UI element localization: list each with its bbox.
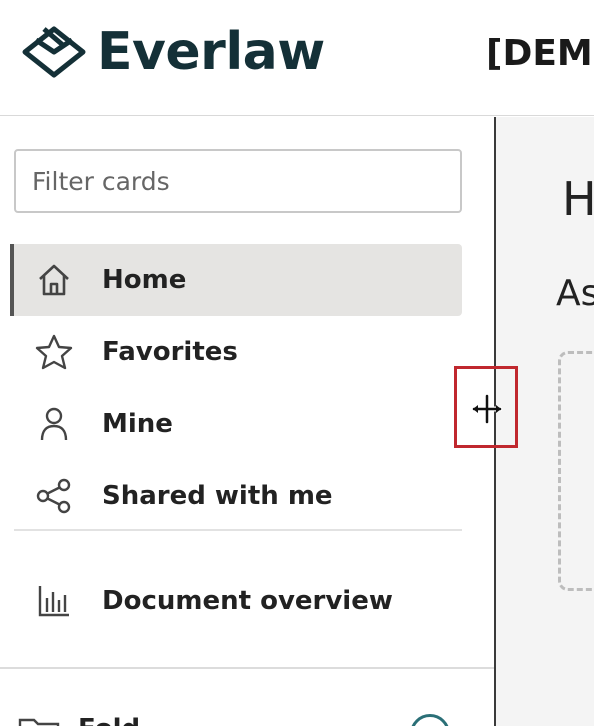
filter-cards-input[interactable] xyxy=(14,149,462,213)
share-icon xyxy=(34,477,74,515)
project-title: [DEMO xyxy=(486,33,594,74)
folders-section-header[interactable]: Fold xyxy=(0,700,494,726)
folder-icon xyxy=(18,718,60,726)
sidebar-item-favorites[interactable]: Favorites xyxy=(10,316,462,388)
sidebar-item-shared-with-me[interactable]: Shared with me xyxy=(10,460,462,532)
folders-label: Fold xyxy=(78,714,140,726)
star-icon xyxy=(34,333,74,371)
sidebar-section-divider xyxy=(0,667,494,669)
sidebar: Home Favorites Mine Sha xyxy=(0,117,494,726)
sidebar-item-home[interactable]: Home xyxy=(10,244,462,316)
sidebar-divider xyxy=(14,529,462,531)
resize-cursor-icon xyxy=(471,393,503,425)
top-header: Everlaw [DEMO xyxy=(0,0,594,116)
brand-name: Everlaw xyxy=(97,22,325,82)
home-icon xyxy=(34,261,74,299)
sidebar-item-mine[interactable]: Mine xyxy=(10,388,462,460)
sidebar-item-label: Document overview xyxy=(102,586,393,616)
person-icon xyxy=(34,405,74,443)
sidebar-item-label: Mine xyxy=(102,409,173,439)
sidebar-item-document-overview[interactable]: Document overview xyxy=(10,565,462,637)
section-heading: As xyxy=(556,273,594,314)
sidebar-item-label: Home xyxy=(102,265,187,295)
page-heading: H xyxy=(562,172,594,226)
sidebar-item-label: Favorites xyxy=(102,337,238,367)
card-dropzone[interactable] xyxy=(558,351,594,591)
bar-chart-icon xyxy=(34,582,74,620)
add-folder-icon[interactable] xyxy=(410,714,450,726)
everlaw-logo-icon[interactable] xyxy=(22,26,86,78)
sidebar-item-label: Shared with me xyxy=(102,481,333,511)
